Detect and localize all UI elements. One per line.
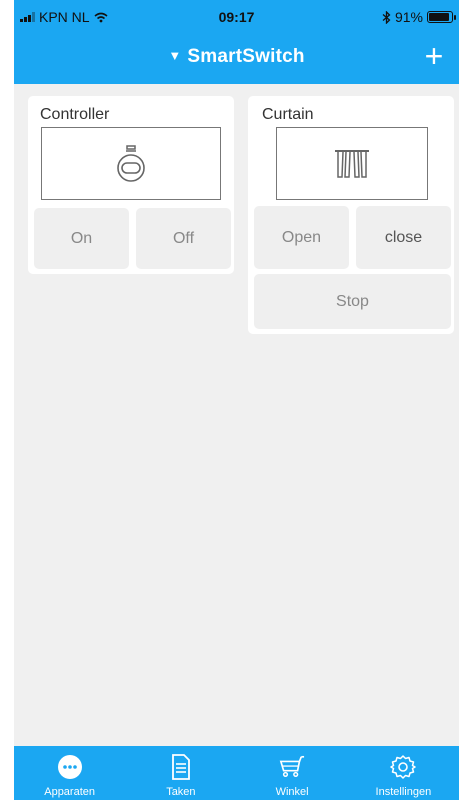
header: ▼ SmartSwitch + <box>14 34 459 84</box>
caret-down-icon: ▼ <box>168 48 182 63</box>
cart-icon <box>279 754 305 780</box>
curtain-icon <box>335 149 369 178</box>
tab-label: Instellingen <box>375 786 432 798</box>
device-icon-box[interactable] <box>41 127 221 200</box>
open-button[interactable]: Open <box>254 206 349 269</box>
tab-label: Winkel <box>275 786 309 798</box>
bluetooth-icon <box>382 10 391 24</box>
device-card-controller: Controller On Off <box>28 96 234 274</box>
stop-button[interactable]: Stop <box>254 274 451 329</box>
app-screen: KPN NL 09:17 91% ▼ SmartSwitch + Controll… <box>14 0 459 800</box>
on-button[interactable]: On <box>34 208 129 269</box>
tab-taken[interactable]: Taken <box>125 746 236 800</box>
tab-label: Taken <box>166 786 196 798</box>
battery-fill <box>429 13 450 21</box>
off-button[interactable]: Off <box>136 208 231 269</box>
page-title: SmartSwitch <box>187 46 305 67</box>
tab-label: Apparaten <box>44 786 95 798</box>
home-selector[interactable]: ▼ SmartSwitch <box>14 46 459 68</box>
battery-percent: 91% <box>394 9 423 25</box>
device-name: Controller <box>40 106 110 123</box>
tab-instellingen[interactable]: Instellingen <box>348 746 459 800</box>
tab-apparaten[interactable]: Apparaten <box>14 746 125 800</box>
document-icon <box>168 754 194 780</box>
device-card-curtain: Curtain Open close Stop <box>248 96 454 334</box>
device-icon-box[interactable] <box>276 127 428 200</box>
close-button[interactable]: close <box>356 206 451 269</box>
status-bar: KPN NL 09:17 91% <box>14 0 459 34</box>
status-right: 91% <box>382 9 456 25</box>
plug-icon <box>117 144 145 182</box>
devices-icon <box>57 754 83 780</box>
gear-icon <box>390 754 417 780</box>
add-device-button[interactable]: + <box>419 40 449 72</box>
tab-bar: Apparaten Taken Winkel Instellingen <box>14 746 459 800</box>
device-name: Curtain <box>262 106 314 123</box>
tab-winkel[interactable]: Winkel <box>237 746 348 800</box>
battery-icon <box>427 11 456 23</box>
